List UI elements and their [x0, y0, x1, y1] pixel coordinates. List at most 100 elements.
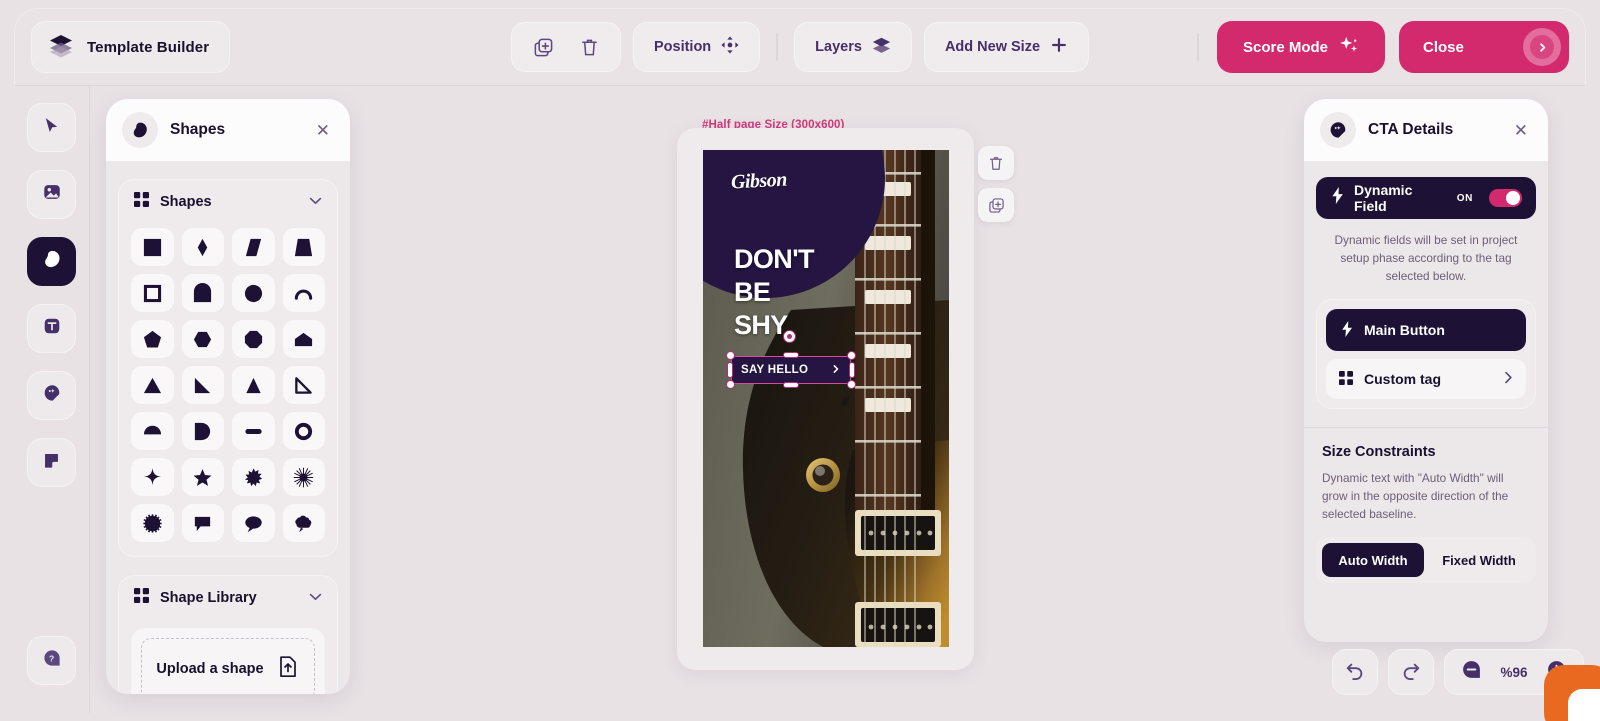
shape-triangle[interactable] — [131, 366, 174, 404]
shape-five-point-star[interactable] — [182, 458, 225, 496]
shape-arc[interactable] — [283, 274, 326, 312]
shape-library-header[interactable]: Shape Library — [119, 576, 337, 620]
resize-handle-tr[interactable] — [847, 351, 856, 360]
upload-shape-button[interactable]: Upload a shape — [141, 638, 315, 694]
undo-button[interactable] — [1332, 649, 1378, 695]
rotate-handle[interactable] — [783, 330, 796, 343]
banner-artboard[interactable]: Gibson DON'T BE SHY SAY HELLO — [703, 150, 949, 647]
zoom-out-button[interactable] — [1461, 659, 1482, 685]
add-new-size-button[interactable]: Add New Size — [924, 22, 1089, 72]
shape-d-shape[interactable] — [182, 412, 225, 450]
shape-blob-icon — [122, 112, 158, 148]
layers-stack-icon — [48, 32, 74, 63]
help-button[interactable]: ? — [27, 636, 76, 685]
shape-sunburst[interactable] — [283, 458, 326, 496]
cta-button-element[interactable]: SAY HELLO — [731, 356, 851, 384]
move-arrows-icon — [721, 36, 739, 58]
shapes-section-header[interactable]: Shapes — [119, 180, 337, 224]
chevron-down-icon — [309, 592, 322, 604]
brand-button[interactable]: Template Builder — [31, 21, 230, 73]
shape-library-body: Upload a shape — [119, 620, 337, 694]
shape-octagon[interactable] — [232, 320, 275, 358]
position-button[interactable]: Position — [633, 22, 760, 72]
resize-handle-tl[interactable] — [726, 351, 735, 360]
shape-half-circle[interactable] — [131, 412, 174, 450]
resize-handle-bottom[interactable] — [783, 382, 799, 388]
size-constraints-title: Size Constraints — [1322, 444, 1548, 460]
tag-selection-card: Main Button Custom tag — [1316, 299, 1536, 409]
resize-handle-bl[interactable] — [726, 380, 735, 389]
shape-pentagon[interactable] — [131, 320, 174, 358]
layers-label: Layers — [815, 39, 862, 55]
shape-grid — [119, 224, 337, 546]
shape-square[interactable] — [131, 228, 174, 266]
delete-selection-button[interactable] — [978, 146, 1014, 180]
shape-speech-oval[interactable] — [232, 504, 275, 542]
chevron-right-circle-icon — [1523, 28, 1561, 66]
resize-handle-left[interactable] — [727, 362, 733, 378]
fixed-width-button[interactable]: Fixed Width — [1428, 543, 1530, 577]
shape-trapezoid-down[interactable] — [283, 228, 326, 266]
auto-width-button[interactable]: Auto Width — [1322, 543, 1424, 577]
shape-rounded-top-rect[interactable] — [182, 274, 225, 312]
shape-parallelogram[interactable] — [232, 228, 275, 266]
redo-arrow-icon — [1401, 660, 1421, 685]
resize-handle-right[interactable] — [849, 362, 855, 378]
text-tool[interactable] — [27, 304, 76, 353]
question-mark-icon: ? — [42, 648, 62, 673]
main-button-option[interactable]: Main Button — [1326, 309, 1526, 351]
cta-details-panel: CTA Details ✕ Dynamic Field ON Dynamic f… — [1304, 99, 1548, 642]
shape-right-triangle-outline[interactable] — [283, 366, 326, 404]
toolbar-divider-right — [1197, 33, 1199, 61]
dynamic-field-toggle[interactable] — [1489, 189, 1522, 207]
shape-cloud-speech[interactable] — [283, 504, 326, 542]
shape-burst-star[interactable] — [232, 458, 275, 496]
shapes-panel-header: Shapes ✕ — [106, 99, 350, 161]
shape-pill-dash[interactable] — [232, 412, 275, 450]
shape-speech-square[interactable] — [182, 504, 225, 542]
shape-four-point-star[interactable] — [131, 458, 174, 496]
shapes-section: Shapes — [118, 179, 338, 557]
banner-headline: DON'T BE SHY — [734, 243, 814, 342]
redo-button[interactable] — [1388, 649, 1434, 695]
canvas-frame: Gibson DON'T BE SHY SAY HELLO — [677, 128, 974, 670]
undo-arrow-icon — [1345, 660, 1365, 685]
resize-handle-top[interactable] — [783, 352, 799, 358]
toolbar-divider — [776, 33, 778, 61]
svg-text:?: ? — [48, 653, 53, 663]
shape-home-plate[interactable] — [283, 320, 326, 358]
cta-cursor-icon — [1320, 112, 1356, 148]
plus-icon — [1050, 36, 1068, 58]
duplicate-selection-button[interactable] — [978, 188, 1014, 222]
close-button[interactable]: Close — [1399, 21, 1569, 73]
image-tool[interactable] — [27, 170, 76, 219]
dynamic-field-helper-text: Dynamic fields will be set in project se… — [1322, 231, 1530, 285]
close-x-icon[interactable]: ✕ — [1510, 118, 1532, 143]
layers-button[interactable]: Layers — [794, 22, 912, 72]
chevron-down-icon — [309, 196, 322, 208]
sparkles-icon — [1339, 35, 1359, 59]
shape-triangle-narrow[interactable] — [232, 366, 275, 404]
shapes-tool[interactable] — [27, 237, 76, 286]
delete-button[interactable] — [566, 24, 612, 70]
add-frame-button[interactable] — [520, 24, 566, 70]
shape-gear-blob[interactable] — [131, 504, 174, 542]
shape-ring[interactable] — [283, 412, 326, 450]
shape-square-outline[interactable] — [131, 274, 174, 312]
sticker-tool[interactable] — [27, 438, 76, 487]
app-root: Template Builder Position — [0, 0, 1600, 721]
image-icon — [42, 182, 62, 207]
shape-right-triangle[interactable] — [182, 366, 225, 404]
custom-tag-option[interactable]: Custom tag — [1326, 359, 1526, 399]
select-tool[interactable] — [27, 103, 76, 152]
score-mode-button[interactable]: Score Mode — [1217, 21, 1385, 73]
cta-tool[interactable] — [27, 371, 76, 420]
close-x-icon[interactable]: ✕ — [312, 118, 334, 143]
shape-diamond[interactable] — [182, 228, 225, 266]
shape-circle[interactable] — [232, 274, 275, 312]
resize-handle-br[interactable] — [847, 380, 856, 389]
score-mode-label: Score Mode — [1243, 39, 1328, 56]
cta-selection-wrapper[interactable]: SAY HELLO — [731, 356, 851, 384]
shape-hexagon[interactable] — [182, 320, 225, 358]
panel-divider — [1304, 427, 1548, 428]
